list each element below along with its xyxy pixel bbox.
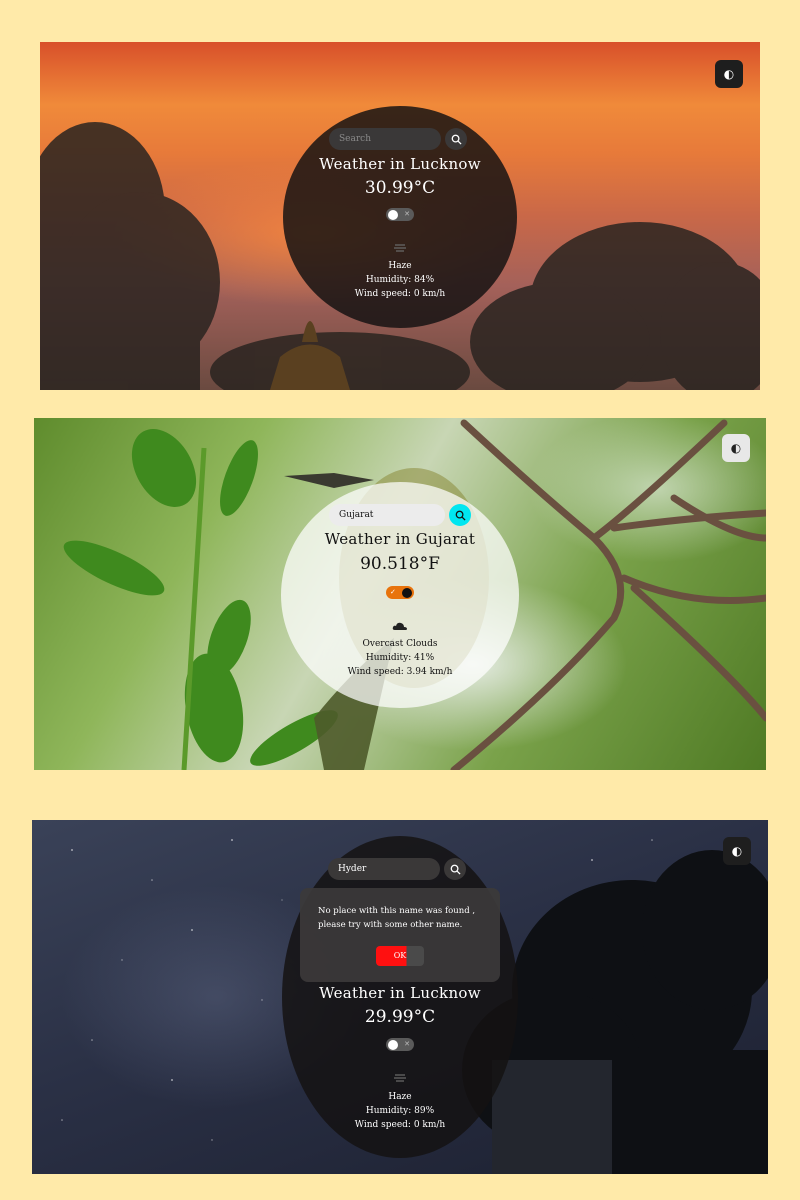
search-input[interactable]: [328, 858, 440, 880]
haze-icon: [394, 244, 406, 252]
switch-knob: [402, 587, 412, 598]
screenshot-bird: ◐ Weather in Gujarat 90.518°F ✓ Overcast…: [34, 418, 766, 770]
switch-check-icon: ✓: [390, 588, 396, 596]
theme-toggle-button[interactable]: ◐: [715, 60, 743, 88]
weather-card: Weather in Lucknow 30.99°C ✕ Haze Humidi…: [283, 106, 517, 328]
screenshot-sunset: ◐ Weather in Lucknow 30.99°C ✕ Haze Humi…: [40, 42, 760, 390]
error-dialog: No place with this name was found , plea…: [300, 888, 500, 982]
switch-knob: [388, 209, 398, 220]
contrast-icon: ◐: [723, 67, 735, 81]
unit-switch[interactable]: ✕: [386, 208, 414, 221]
switch-close-icon: ✕: [404, 1040, 410, 1048]
search-bar: [329, 128, 467, 150]
humidity: Humidity: 89%: [365, 1106, 435, 1116]
city-title: Weather in Lucknow: [319, 984, 481, 1002]
unit-switch[interactable]: ✓: [386, 586, 414, 599]
switch-knob: [388, 1039, 398, 1050]
weather-card: Weather in Lucknow 29.99°C ✕ Haze Humidi…: [282, 836, 518, 1158]
weather-description: Haze: [388, 1092, 412, 1102]
ok-button[interactable]: OK: [376, 946, 424, 966]
unit-switch[interactable]: ✕: [386, 1038, 414, 1051]
theme-toggle-button[interactable]: ◐: [722, 434, 750, 462]
switch-close-icon: ✕: [404, 210, 410, 218]
contrast-icon: ◐: [731, 844, 743, 858]
temperature: 29.99°C: [364, 1007, 436, 1027]
humidity: Humidity: 84%: [365, 275, 435, 285]
search-bar: [328, 858, 466, 880]
search-icon: [450, 864, 461, 875]
search-icon: [451, 134, 462, 145]
search-bar: [329, 504, 471, 526]
search-icon: [455, 510, 466, 521]
weather-card: Weather in Gujarat 90.518°F ✓ Overcast C…: [281, 482, 519, 708]
wind-speed: Wind speed: 0 km/h: [354, 289, 446, 299]
temperature: 30.99°C: [364, 178, 436, 198]
clouds-icon: [392, 622, 407, 630]
weather-description: Haze: [388, 261, 412, 271]
search-button[interactable]: [445, 128, 467, 150]
search-button[interactable]: [444, 858, 466, 880]
search-input[interactable]: [329, 504, 445, 526]
search-button[interactable]: [449, 504, 471, 526]
haze-icon: [394, 1074, 406, 1082]
temperature: 90.518°F: [360, 554, 440, 574]
wind-speed: Wind speed: 3.94 km/h: [347, 667, 453, 677]
contrast-icon: ◐: [730, 441, 742, 455]
theme-toggle-button[interactable]: ◐: [723, 837, 751, 865]
weather-description: Overcast Clouds: [362, 639, 438, 649]
error-message: No place with this name was found , plea…: [318, 906, 476, 930]
humidity: Humidity: 41%: [365, 653, 435, 663]
city-title: Weather in Gujarat: [324, 530, 476, 548]
city-title: Weather in Lucknow: [319, 155, 481, 173]
wind-speed: Wind speed: 0 km/h: [354, 1120, 446, 1130]
screenshot-night: ◐ Weather in Lucknow 29.99°C ✕ Haze Humi…: [32, 820, 768, 1174]
search-input[interactable]: [329, 128, 441, 150]
